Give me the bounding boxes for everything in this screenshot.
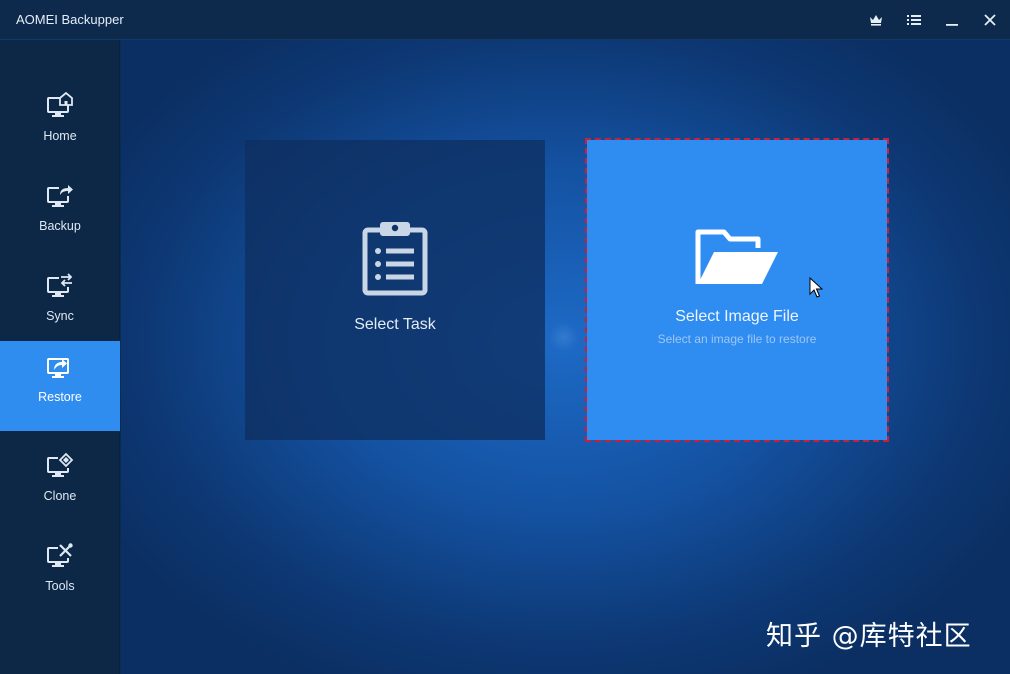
crown-icon	[870, 15, 882, 26]
clone-monitor-icon	[47, 452, 74, 477]
sidebar-item-label: Home	[43, 129, 77, 143]
menu-icon	[907, 15, 921, 25]
select-task-card[interactable]: Select Task	[245, 140, 545, 440]
sidebar-item-label: Tools	[45, 579, 75, 593]
crown-button[interactable]	[864, 8, 888, 32]
sidebar-item-tools[interactable]: Tools	[0, 530, 120, 620]
sidebar-item-sync[interactable]: Sync	[0, 260, 120, 350]
backup-monitor-icon	[47, 184, 73, 207]
watermark-text: 知乎 @库特社区	[766, 621, 972, 652]
sidebar-item-label: Clone	[43, 489, 77, 503]
card-title: Select Image File	[675, 308, 799, 325]
menu-button[interactable]	[902, 8, 926, 32]
mouse-cursor-icon	[809, 277, 823, 298]
main-panel: Select Task Select Image File Select an …	[121, 40, 1010, 674]
minimize-button[interactable]	[940, 8, 964, 32]
home-monitor-icon	[47, 92, 73, 117]
minimize-icon	[946, 24, 958, 26]
sidebar-item-home[interactable]: Home	[0, 80, 120, 170]
restore-monitor-icon	[47, 358, 69, 378]
close-button[interactable]	[978, 8, 1002, 32]
sidebar-item-label: Sync	[46, 309, 74, 323]
sidebar-item-backup[interactable]: Backup	[0, 170, 120, 260]
select-image-file-card[interactable]: Select Image File Select an image file t…	[585, 138, 889, 442]
card-subtitle: Select an image file to restore	[657, 332, 817, 346]
sidebar-item-restore[interactable]: Restore	[0, 341, 120, 431]
card-title: Select Task	[354, 316, 436, 333]
center-decoration	[549, 322, 579, 352]
open-folder-icon	[695, 229, 778, 284]
sidebar-item-label: Restore	[38, 390, 82, 404]
sidebar-nav: Home Backup Sync Restore Clone Tools	[0, 40, 120, 674]
close-icon	[984, 14, 996, 26]
sidebar-item-clone[interactable]: Clone	[0, 440, 120, 530]
app-title: AOMEI Backupper	[16, 12, 124, 27]
tools-monitor-icon	[47, 543, 74, 567]
title-bar: AOMEI Backupper	[0, 0, 1010, 40]
sync-monitor-icon	[47, 273, 74, 297]
sidebar-item-label: Backup	[39, 219, 81, 233]
clipboard-list-icon	[362, 222, 428, 296]
